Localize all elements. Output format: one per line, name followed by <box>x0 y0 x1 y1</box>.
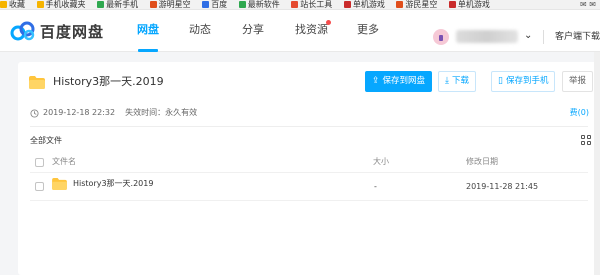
column-header-size[interactable]: 大小 <box>373 156 389 168</box>
top-navbar: 百度网盘 网盘 动态 分享 找资源 更多 ⌄ 客户端下载 <box>0 10 600 52</box>
download-button[interactable]: ⤓ 下载 <box>438 71 476 92</box>
nav-tab-more[interactable]: 更多 <box>357 22 379 38</box>
chevron-down-icon[interactable]: ⌄ <box>524 30 532 41</box>
client-download-link[interactable]: 客户端下载 <box>555 30 600 44</box>
bookmarks-bar: 收藏 手机收藏夹 最新手机 游明星空 百度 最新软件 站长工具 单机游戏 游民星… <box>0 0 600 10</box>
folder-icon <box>29 75 45 89</box>
bookmark-icon <box>396 1 404 8</box>
download-icon: ⤓ <box>445 76 449 86</box>
report-label: 举报 <box>569 76 587 86</box>
cloud-logo-icon <box>10 21 35 41</box>
mail-icon[interactable]: ✉ ✉ <box>580 0 596 9</box>
bookmark-item[interactable]: 最新软件 <box>238 0 280 9</box>
bookmark-icon <box>97 1 105 8</box>
share-expiry: 失效时间：永久有效 <box>125 108 198 117</box>
logo[interactable]: 百度网盘 <box>10 20 104 42</box>
nav-tab-activity[interactable]: 动态 <box>189 22 211 38</box>
bookmark-item[interactable]: 最新手机 <box>97 0 138 9</box>
row-divider <box>30 200 588 201</box>
table-row[interactable]: History3那一天.2019 <box>52 178 153 190</box>
column-header-name[interactable]: 文件名 <box>52 156 76 168</box>
bookmark-item[interactable]: 百度 <box>202 0 227 9</box>
column-header-modified[interactable]: 修改日期 <box>466 156 498 168</box>
share-card: History3那一天.2019 ⇪ 保存到网盘 ⤓ 下载 ▯ 保存到手机 举报… <box>18 62 600 275</box>
file-name[interactable]: History3那一天.2019 <box>73 178 153 190</box>
nav-tab-share[interactable]: 分享 <box>242 22 264 38</box>
row-checkbox[interactable] <box>35 182 44 191</box>
download-label: 下载 <box>451 76 469 86</box>
phone-icon: ▯ <box>498 76 503 86</box>
bookmark-item[interactable]: 站长工具 <box>291 0 332 9</box>
logo-text: 百度网盘 <box>40 22 105 41</box>
file-size: - <box>374 182 377 191</box>
bookmark-item[interactable]: 单机游戏 <box>343 0 385 9</box>
report-button[interactable]: 举报 <box>562 71 594 92</box>
bookmark-item[interactable]: 单机游戏 <box>448 0 490 9</box>
nav-tab-netdisk[interactable]: 网盘 <box>137 22 159 38</box>
bookmark-icon <box>36 1 44 8</box>
breadcrumb[interactable]: 全部文件 <box>30 135 62 147</box>
username-blurred[interactable] <box>456 30 518 43</box>
bookmark-icon <box>291 1 299 8</box>
scrollbar[interactable] <box>594 52 600 275</box>
share-meta: 2019-12-18 22:32 失效时间：永久有效 <box>30 107 197 119</box>
bookmark-item[interactable]: 游民星空 <box>396 0 437 9</box>
share-title: History3那一天.2019 <box>29 74 164 90</box>
avatar[interactable] <box>433 29 449 45</box>
save-to-phone-button[interactable]: ▯ 保存到手机 <box>491 71 556 92</box>
table-header-divider <box>30 172 588 173</box>
nav-divider <box>543 30 544 44</box>
report-count-link[interactable]: 费(0) <box>570 107 589 119</box>
grid-view-icon[interactable] <box>581 135 591 145</box>
divider <box>30 126 588 127</box>
bookmark-icon <box>0 1 7 8</box>
folder-name: History3那一天.2019 <box>53 75 164 88</box>
bookmark-icon <box>202 1 210 8</box>
save-icon: ⇪ <box>372 76 380 86</box>
save-to-phone-label: 保存到手机 <box>505 76 549 86</box>
notification-dot <box>326 20 331 25</box>
nav-tab-find-resources[interactable]: 找资源 <box>295 22 328 38</box>
folder-icon <box>52 178 67 190</box>
bookmark-icon <box>238 1 246 8</box>
bookmark-icon <box>149 1 157 8</box>
file-modified-date: 2019-11-28 21:45 <box>466 182 539 191</box>
bookmark-icon <box>448 1 456 8</box>
select-all-checkbox[interactable] <box>35 158 44 167</box>
save-to-netdisk-button[interactable]: ⇪ 保存到网盘 <box>365 71 433 92</box>
share-created-time: 2019-12-18 22:32 <box>43 108 116 117</box>
clock-icon <box>30 108 39 118</box>
bookmark-item[interactable]: 游明星空 <box>149 0 191 9</box>
bookmark-icon <box>343 1 351 8</box>
bookmark-item[interactable]: 收藏 <box>0 0 25 9</box>
active-tab-indicator <box>138 49 158 52</box>
save-to-netdisk-label: 保存到网盘 <box>382 76 426 86</box>
bookmark-item[interactable]: 手机收藏夹 <box>36 0 86 9</box>
